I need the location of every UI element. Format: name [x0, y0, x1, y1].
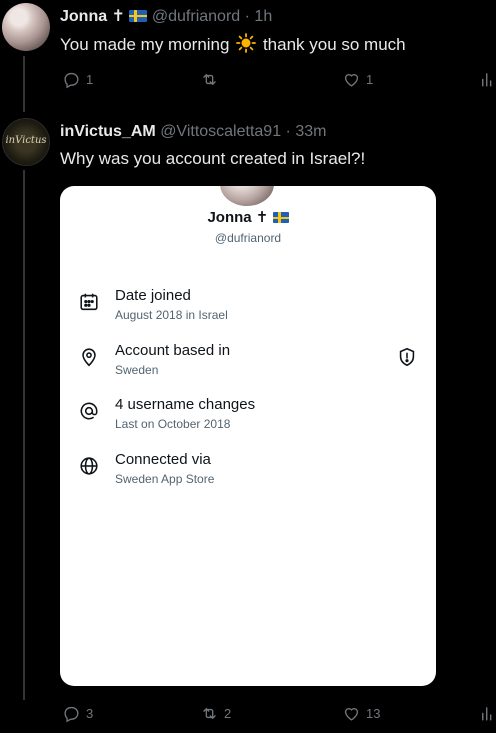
card-display-name: Jonna ✝ — [60, 208, 436, 226]
location-pin-icon — [82, 348, 96, 367]
retweet-icon — [203, 74, 216, 85]
timestamp[interactable]: · 33m — [286, 123, 327, 140]
retweet-button[interactable]: 2 — [200, 704, 231, 723]
reply-count: 1 — [86, 72, 94, 87]
info-row-account-based-in: Account based in Sweden — [78, 342, 418, 382]
info-label: Connected via — [115, 451, 211, 468]
globe-icon — [80, 457, 98, 475]
tweet-text: Why was you account created in Israel?! — [60, 149, 366, 168]
info-row-connected-via: Connected via Sweden App Store — [78, 451, 418, 491]
tweet-header: Jonna ✝ @dufrianord · 1h — [60, 6, 272, 26]
retweet-count: 2 — [224, 706, 232, 721]
display-name[interactable]: Jonna — [60, 8, 107, 25]
info-row-date-joined: Date joined August 2018 in Israel — [78, 287, 418, 327]
shield-alert-icon[interactable] — [396, 346, 418, 368]
like-count: 1 — [366, 72, 374, 87]
thread-line — [23, 56, 25, 112]
cross-symbol: ✝ — [111, 8, 125, 25]
info-row-username-changes: 4 username changes Last on October 2018 — [78, 396, 418, 436]
timestamp[interactable]: · 1h — [245, 8, 273, 25]
at-sign-icon — [80, 402, 98, 420]
info-value: Sweden — [115, 363, 159, 377]
like-button[interactable]: 1 — [342, 70, 373, 89]
retweet-button[interactable] — [200, 70, 224, 89]
reply-icon — [64, 72, 79, 89]
info-value: Last on October 2018 — [115, 417, 231, 431]
card-avatar — [220, 186, 274, 206]
like-icon — [344, 74, 359, 87]
handle[interactable]: @Vittoscaletta91 — [160, 123, 281, 140]
tweet-header: inVictus_AM @Vittoscaletta91 · 33m — [60, 123, 326, 141]
card-handle: @dufrianord — [214, 231, 282, 245]
info-label: Account based in — [115, 342, 231, 359]
reply-button[interactable]: 3 — [62, 704, 93, 723]
thread-line — [23, 170, 25, 700]
sweden-flag-icon — [272, 212, 289, 223]
cross-symbol: ✝ — [255, 209, 269, 226]
views-button[interactable] — [478, 70, 496, 89]
info-label: 4 username changes — [115, 396, 256, 413]
embedded-image-card[interactable]: Jonna ✝ @dufrianord Date joined August 2… — [60, 186, 436, 686]
info-value: Sweden App Store — [115, 472, 215, 486]
reply-icon — [64, 706, 79, 723]
sweden-flag-icon — [129, 10, 148, 22]
tweet-actions: 1 1 — [60, 70, 496, 94]
tweet-text-part: thank you so much — [262, 35, 406, 54]
tweet-text: You made my morning thank you so much — [60, 33, 406, 55]
display-name[interactable]: inVictus_AM — [60, 123, 156, 140]
tweet-text-part: You made my morning — [60, 35, 230, 54]
avatar-logo-text: inVictus — [5, 135, 47, 146]
info-label: Date joined — [115, 287, 191, 304]
views-button[interactable] — [478, 704, 496, 723]
like-count: 13 — [366, 706, 381, 721]
avatar[interactable]: inVictus — [2, 118, 50, 166]
info-value: August 2018 in Israel — [115, 308, 228, 322]
sun-emoji-icon — [236, 33, 257, 53]
reply-button[interactable]: 1 — [62, 70, 93, 89]
tweet-actions: 3 2 13 — [60, 704, 496, 728]
views-icon — [482, 707, 492, 721]
like-icon — [344, 708, 359, 721]
calendar-icon — [80, 293, 98, 311]
handle[interactable]: @dufrianord — [152, 8, 240, 25]
card-name-text: Jonna — [207, 209, 252, 226]
reply-count: 3 — [86, 706, 94, 721]
views-icon — [482, 73, 492, 87]
like-button[interactable]: 13 — [342, 704, 380, 723]
avatar[interactable] — [2, 3, 50, 51]
retweet-icon — [203, 708, 216, 719]
